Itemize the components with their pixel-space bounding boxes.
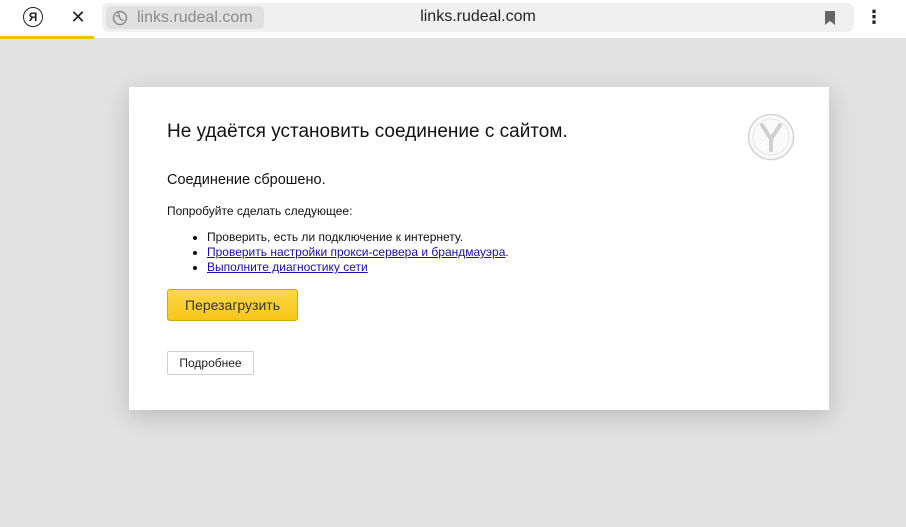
- error-subtitle: Соединение сброшено.: [167, 172, 326, 188]
- menu-dots-icon[interactable]: ⋮: [864, 7, 884, 27]
- yandex-logo-icon[interactable]: Я: [23, 7, 43, 27]
- address-bar[interactable]: links.rudeal.com links.rudeal.com: [102, 3, 854, 32]
- suggestion-suffix: .: [505, 245, 509, 259]
- suggestions-heading: Попробуйте сделать следующее:: [167, 204, 353, 218]
- bookmark-icon[interactable]: [824, 11, 836, 25]
- details-button[interactable]: Подробнее: [167, 351, 254, 375]
- suggestion-text: Проверить, есть ли подключение к интерне…: [207, 230, 464, 244]
- address-text[interactable]: links.rudeal.com: [102, 8, 854, 26]
- list-item: Проверить настройки прокси-сервера и бра…: [207, 245, 509, 260]
- close-tab-icon[interactable]: ✕: [68, 7, 88, 27]
- browser-toolbar: Я ✕ links.rudeal.com links.rudeal.com ⋮: [0, 0, 906, 39]
- proxy-settings-link[interactable]: Проверить настройки прокси-сервера и бра…: [207, 245, 505, 259]
- error-card: Не удаётся установить соединение с сайто…: [129, 87, 829, 410]
- reload-button[interactable]: Перезагрузить: [167, 289, 298, 321]
- yandex-browser-logo-icon: [747, 113, 795, 161]
- list-item: Проверить, есть ли подключение к интерне…: [207, 230, 509, 245]
- list-item: Выполните диагностику сети: [207, 260, 509, 275]
- error-title: Не удаётся установить соединение с сайто…: [167, 121, 568, 142]
- network-diagnostics-link[interactable]: Выполните диагностику сети: [207, 260, 368, 274]
- suggestions-list: Проверить, есть ли подключение к интерне…: [167, 230, 509, 275]
- tab-indicator: [0, 36, 94, 39]
